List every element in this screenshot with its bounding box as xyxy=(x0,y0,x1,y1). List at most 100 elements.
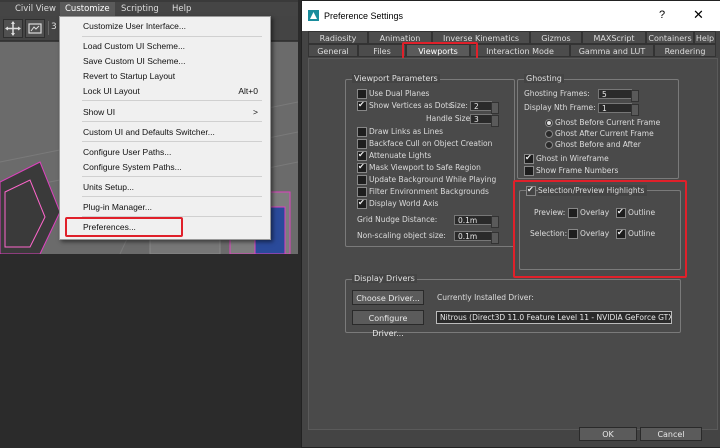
menu-item-user-paths[interactable]: Configure User Paths... xyxy=(60,145,270,159)
filter-environment-checkbox[interactable] xyxy=(357,187,367,197)
menu-separator xyxy=(82,36,262,37)
tab-maxscript[interactable]: MAXScript xyxy=(582,31,646,44)
ghost-wireframe-checkbox[interactable] xyxy=(524,153,534,164)
menu-separator xyxy=(82,176,262,177)
nth-frame-spinner[interactable]: 1 xyxy=(598,103,639,116)
tab-files[interactable]: Files xyxy=(358,44,406,57)
tab-interaction-mode[interactable]: Interaction Mode xyxy=(470,44,570,57)
menu-separator xyxy=(82,196,262,197)
display-drivers-group: Display Drivers Choose Driver... Configu… xyxy=(345,274,681,338)
use-dual-planes-checkbox[interactable] xyxy=(357,89,367,99)
menu-item-customize-ui[interactable]: Customize User Interface... xyxy=(60,19,270,33)
menu-item-save-scheme[interactable]: Save Custom UI Scheme... xyxy=(60,54,270,68)
menu-item-plugin-manager[interactable]: Plug-in Manager... xyxy=(60,200,270,214)
tab-help[interactable]: Help xyxy=(694,31,716,44)
menu-item-revert-layout[interactable]: Revert to Startup Layout xyxy=(60,69,270,83)
label: Backface Cull on Object Creation xyxy=(369,139,493,148)
group-title: Viewport Parameters xyxy=(352,74,440,83)
dialog-title-bar[interactable]: Preference Settings ? ✕ xyxy=(302,1,720,31)
label: Mask Viewport to Safe Region xyxy=(369,163,481,172)
move-tool-icon[interactable] xyxy=(3,19,23,38)
tab-radiosity[interactable]: Radiosity xyxy=(308,31,368,44)
dialog-title: Preference Settings xyxy=(324,11,404,21)
menu-item-system-paths[interactable]: Configure System Paths... xyxy=(60,160,270,174)
installed-driver-field: Nitrous (Direct3D 11.0 Feature Level 11 … xyxy=(436,311,672,324)
label: Display Nth Frame: xyxy=(524,103,596,112)
choose-driver-button[interactable]: Choose Driver... xyxy=(352,290,424,305)
menu-customize[interactable]: Customize xyxy=(60,2,115,16)
update-background-checkbox[interactable] xyxy=(357,175,367,185)
tab-general[interactable]: General xyxy=(308,44,358,57)
handle-size-spinner[interactable]: 3 xyxy=(470,114,499,127)
menu-separator xyxy=(82,100,262,101)
label: Ghost Before and After xyxy=(555,140,641,149)
display-world-axis-checkbox[interactable] xyxy=(357,198,367,209)
preference-settings-dialog: Preference Settings ? ✕ Radiosity Animat… xyxy=(301,0,720,448)
toolbar-divider xyxy=(48,21,49,35)
label: Filter Environment Backgrounds xyxy=(369,187,489,196)
highlight-preferences xyxy=(65,217,183,237)
label: Ghost in Wireframe xyxy=(536,154,609,163)
menu-separator xyxy=(82,121,262,122)
backface-cull-checkbox[interactable] xyxy=(357,139,367,149)
ok-button[interactable]: OK xyxy=(579,427,637,441)
draw-links-checkbox[interactable] xyxy=(357,127,367,137)
show-frame-numbers-checkbox[interactable] xyxy=(524,166,534,176)
menu-help[interactable]: Help xyxy=(167,2,196,16)
label: Ghost After Current Frame xyxy=(555,129,654,138)
label: Show Vertices as Dots xyxy=(369,101,453,110)
viewports-tab-panel: Viewport Parameters Use Dual Planes Show… xyxy=(308,58,718,430)
label: Ghosting Frames: xyxy=(524,89,590,98)
label: Handle Size: xyxy=(426,114,473,123)
cancel-button[interactable]: Cancel xyxy=(640,427,702,441)
label: Update Background While Playing xyxy=(369,175,497,184)
ghost-after-radio[interactable] xyxy=(545,130,553,138)
tab-gamma-lut[interactable]: Gamma and LUT xyxy=(570,44,654,57)
label: Display World Axis xyxy=(369,199,439,208)
tab-containers[interactable]: Containers xyxy=(646,31,694,44)
attenuate-lights-checkbox[interactable] xyxy=(357,150,367,161)
highlight-selection-preview xyxy=(513,180,687,278)
chevron-right-icon: > xyxy=(253,107,258,117)
label: Ghost Before Current Frame xyxy=(555,118,661,127)
ghosting-group: Ghosting Ghosting Frames: 5 Display Nth … xyxy=(517,74,679,179)
label: Grid Nudge Distance: xyxy=(357,215,438,224)
toolbar-text: 3 xyxy=(51,22,57,32)
menu-item-units-setup[interactable]: Units Setup... xyxy=(60,180,270,194)
menu-item-show-ui[interactable]: Show UI > xyxy=(60,105,270,119)
lower-panel xyxy=(0,254,298,446)
label: Size: xyxy=(450,101,468,110)
configure-driver-button[interactable]: Configure Driver... xyxy=(352,310,424,338)
ghosting-frames-spinner[interactable]: 5 xyxy=(598,89,639,102)
menu-item-lock-layout[interactable]: Lock UI Layout Alt+0 xyxy=(60,84,270,98)
label: Draw Links as Lines xyxy=(369,127,444,136)
close-button[interactable]: ✕ xyxy=(693,7,704,23)
group-title: Ghosting xyxy=(524,74,564,83)
label: Show Frame Numbers xyxy=(536,166,619,175)
menu-separator xyxy=(82,141,262,142)
label: Use Dual Planes xyxy=(369,89,430,98)
tab-gizmos[interactable]: Gizmos xyxy=(530,31,582,44)
show-vertices-checkbox[interactable] xyxy=(357,100,367,111)
menu-item-defaults-switcher[interactable]: Custom UI and Defaults Switcher... xyxy=(60,125,270,139)
ghost-before-after-radio[interactable] xyxy=(545,141,553,149)
viewport-parameters-group: Viewport Parameters Use Dual Planes Show… xyxy=(345,74,515,247)
help-button[interactable]: ? xyxy=(659,9,665,21)
menu-bar: Civil View Customize Scripting Help xyxy=(0,2,298,16)
label: Currently Installed Driver: xyxy=(437,293,534,302)
render-frame-icon[interactable] xyxy=(25,19,45,38)
grid-nudge-spinner[interactable]: 0.1m xyxy=(454,215,499,228)
vertex-size-spinner[interactable]: 2 xyxy=(470,101,499,114)
label: Attenuate Lights xyxy=(369,151,432,160)
menu-item-load-scheme[interactable]: Load Custom UI Scheme... xyxy=(60,39,270,53)
3dsmax-app-icon xyxy=(308,10,319,21)
nonscaling-size-spinner[interactable]: 0.1m xyxy=(454,231,499,244)
group-title: Display Drivers xyxy=(352,274,417,283)
mask-viewport-checkbox[interactable] xyxy=(357,162,367,173)
customize-menu: Customize User Interface... Load Custom … xyxy=(59,16,271,240)
tab-rendering[interactable]: Rendering xyxy=(654,44,716,57)
ghost-before-radio[interactable] xyxy=(545,119,553,127)
menu-civil-view[interactable]: Civil View xyxy=(10,2,61,16)
menu-scripting[interactable]: Scripting xyxy=(116,2,164,16)
label: Non-scaling object size: xyxy=(357,231,446,240)
